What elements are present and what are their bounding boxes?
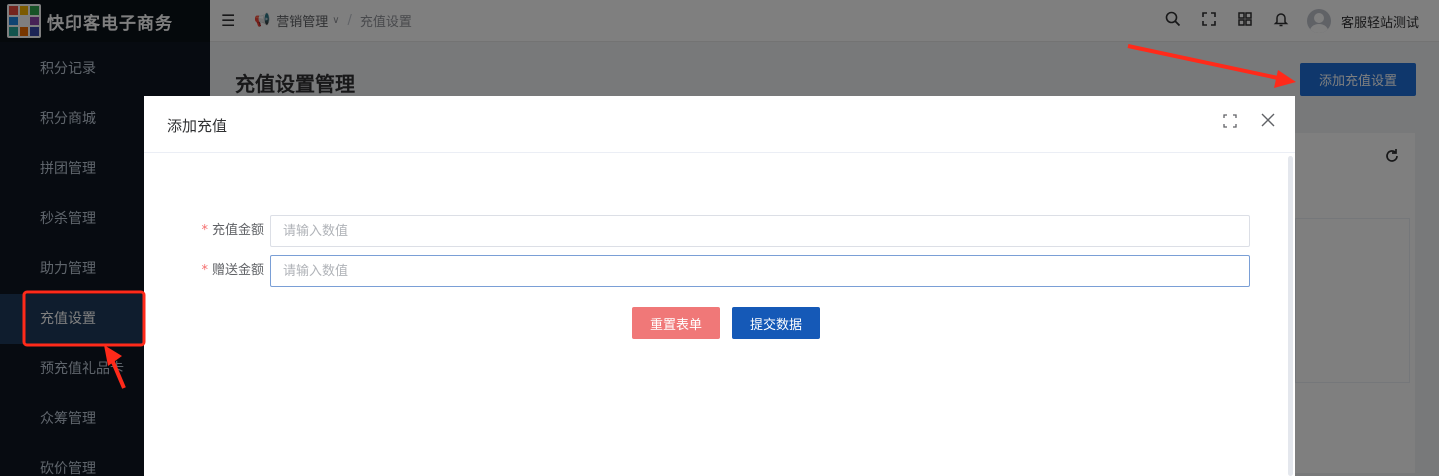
arrow-to-sidebar-item	[104, 345, 126, 389]
highlight-box	[22, 290, 146, 347]
annotation-layer	[22, 44, 1296, 389]
arrow-to-add-button	[1127, 44, 1296, 88]
